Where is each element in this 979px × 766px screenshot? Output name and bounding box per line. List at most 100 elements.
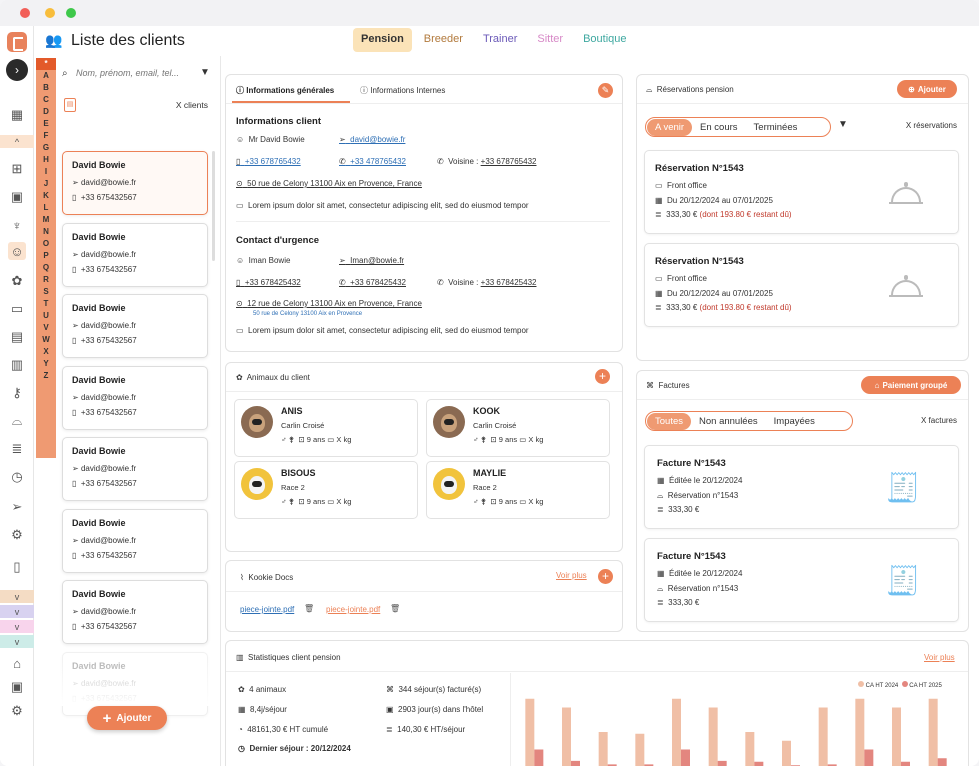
minimize-window-button[interactable] [45,8,55,18]
add-animal-button[interactable]: + [595,369,610,384]
add-doc-button[interactable]: + [598,569,613,584]
client-card[interactable]: David Bowie ➢ david@bowie.fr ▯ +33 67543… [62,437,208,501]
filter-upcoming[interactable]: A venir [647,118,693,136]
tab-pension[interactable]: Pension [353,28,412,52]
agenda-icon[interactable]: ▣ [8,188,26,206]
alphabet-letter[interactable]: H [36,154,56,166]
filter-not-cancelled[interactable]: Non annulées [691,413,766,430]
lock-icon[interactable]: ⌂ [8,654,26,672]
tab-breeder[interactable]: Breeder [416,28,471,52]
alphabet-letter[interactable]: G [36,142,56,154]
close-window-button[interactable] [20,8,30,18]
alphabet-letter[interactable]: L [36,202,56,214]
alphabet-letter[interactable]: Q [36,262,56,274]
filter-ongoing[interactable]: En cours [692,119,746,136]
invoice-card[interactable]: Facture N°1543 ▦ Éditée le 20/12/2024 ⌓ … [644,445,959,529]
client-card[interactable]: David Bowie ➢ david@bowie.fr ▯ +33 67543… [62,222,208,287]
emergency-mobile[interactable]: ▯ +33 678425432 [236,278,301,287]
tab-trainer[interactable]: Trainer [475,28,525,52]
bell-service-icon[interactable]: ⌓ [8,412,26,430]
alphabet-letter[interactable]: S [36,286,56,298]
maximize-window-button[interactable] [66,8,76,18]
card-icon[interactable]: ▭ [8,300,26,318]
paw-icon[interactable]: ✿ [8,272,26,290]
chevron-down-icon[interactable]: v [0,620,34,633]
stats-icon[interactable]: ▥ [8,356,26,374]
filter-icon[interactable]: ▼ [200,67,210,78]
alphabet-letter[interactable]: A [36,70,56,82]
add-reservation-button[interactable]: ⊕ Ajouter [897,80,957,98]
chevron-down-icon[interactable]: v [0,635,34,648]
reservation-card[interactable]: Réservation N°1543 ▭ Front office ▦ Du 2… [644,150,959,234]
filter-all[interactable]: Toutes [647,412,691,430]
stats-see-more-link[interactable]: Voir plus [924,653,955,662]
alphabet-letter[interactable]: * [36,58,56,70]
docs-see-more-link[interactable]: Voir plus [556,571,587,580]
invoice-card[interactable]: Facture N°1543 ▦ Éditée le 20/12/2024 ⌓ … [644,538,959,622]
client-mobile[interactable]: ▯ +33 678765432 [236,157,301,166]
key-icon[interactable]: ⚷ [8,384,26,402]
alphabet-letter[interactable]: I [36,166,56,178]
tab-boutique[interactable]: Boutique [575,28,634,52]
alphabet-letter[interactable]: X [36,346,56,358]
settings-icon[interactable]: ⚙ [8,702,26,720]
emergency-email[interactable]: ➢ Iman@bowie.fr [339,256,404,265]
app-logo[interactable] [7,32,27,52]
tab-general-info[interactable]: ⓘ Informations générales [236,85,334,96]
alphabet-letter[interactable]: Z [36,370,56,382]
emergency-phone[interactable]: ✆ +33 678425432 [339,278,406,287]
attachment-link[interactable]: piece-jointe.pdf [326,605,380,614]
settings-icon[interactable]: ⚙ [8,526,26,544]
animal-card[interactable]: KOOK Carlin Croisé ♂ ⚵ ⊡ 9 ans ▭ X kg [426,399,610,457]
reservation-card[interactable]: Réservation N°1543 ▭ Front office ▦ Du 2… [644,243,959,327]
trophy-icon[interactable]: ♆ [8,216,26,234]
alphabet-letter[interactable]: C [36,94,56,106]
search-input[interactable] [76,68,196,78]
clock-icon[interactable]: ◷ [8,468,26,486]
clients-icon[interactable]: ☺ [8,242,26,260]
client-card[interactable]: David Bowie ➢ david@bowie.fr ▯ +33 67543… [62,151,208,215]
client-email[interactable]: ➢ david@bowie.fr [339,135,405,144]
export-pdf-icon[interactable]: ▤ [64,98,76,112]
scrollbar[interactable] [212,151,215,261]
client-card[interactable]: David Bowie ➢ david@bowie.fr ▯ +33 67543… [62,294,208,358]
alphabet-letter[interactable]: O [36,238,56,250]
alphabet-letter[interactable]: E [36,118,56,130]
alphabet-letter[interactable]: K [36,190,56,202]
animal-card[interactable]: BISOUS Race 2 ♂ ⚵ ⊡ 9 ans ▭ X kg [234,461,418,519]
trash-icon[interactable]: 🗑 [390,604,400,613]
expand-sidebar-button[interactable]: › [6,59,28,81]
tab-internal-info[interactable]: ⓘ Informations Internes [360,85,445,96]
alphabet-letter[interactable]: W [36,334,56,346]
alphabet-letter[interactable]: Y [36,358,56,370]
client-address[interactable]: ⊙ 50 rue de Celony 13100 Aix en Provence… [236,179,422,188]
neighbour-phone[interactable]: +33 678765432 [481,157,537,166]
alphabet-letter[interactable]: B [36,82,56,94]
alphabet-letter[interactable]: D [36,106,56,118]
chevron-down-icon[interactable]: v [0,590,34,603]
add-client-button[interactable]: + Ajouter [87,706,167,730]
alphabet-letter[interactable]: P [36,250,56,262]
alphabet-letter[interactable]: N [36,226,56,238]
client-card[interactable]: David Bowie ➢ david@bowie.fr ▯ +33 67543… [62,580,208,644]
filter-icon[interactable]: ▼ [838,119,848,130]
animal-card[interactable]: ANIS Carlin Croisé ♂ ⚵ ⊡ 9 ans ▭ X kg [234,399,418,457]
alphabet-letter[interactable]: U [36,310,56,322]
neighbour-phone[interactable]: +33 678425432 [481,278,537,287]
client-card[interactable]: David Bowie ➢ david@bowie.fr ▯ +33 67543… [62,365,208,430]
client-card[interactable]: David Bowie ➢ david@bowie.fr ▯ +33 67543… [62,508,208,573]
attachment-link[interactable]: piece-jointe.pdf [240,605,294,614]
edit-button[interactable]: ✎ [598,83,613,98]
chevron-down-icon[interactable]: v [0,605,34,618]
send-icon[interactable]: ➢ [8,498,26,516]
mobile-icon[interactable]: ▯ [8,558,26,576]
coins-icon[interactable]: ≣ [8,440,26,458]
trash-icon[interactable]: 🗑 [304,604,314,613]
emergency-address[interactable]: ⊙ 12 rue de Celony 13100 Aix en Provence… [236,299,422,308]
filter-finished[interactable]: Terminées [746,119,806,136]
alphabet-letter[interactable]: V [36,322,56,334]
calculator-icon[interactable]: ▤ [8,328,26,346]
client-phone[interactable]: ✆ +33 478765432 [339,157,406,166]
building-icon[interactable]: ▣ [8,678,26,696]
chevron-up-icon[interactable]: ^ [0,135,34,148]
